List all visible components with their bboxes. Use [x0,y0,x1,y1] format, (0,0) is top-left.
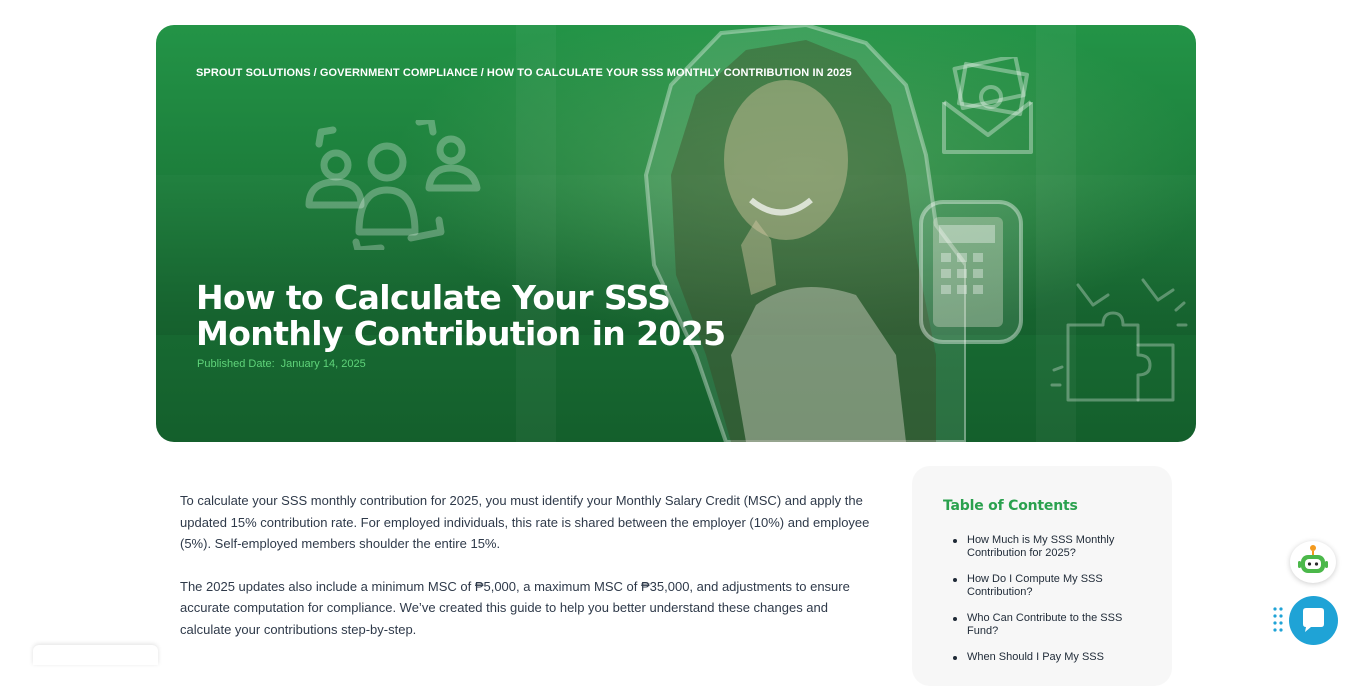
published-date: Published Date: January 14, 2025 [197,358,366,370]
toc-list: How Much is My SSS Monthly Contribution … [943,534,1141,664]
bot-assistant-button[interactable] [1290,541,1336,583]
background-stripe [516,25,556,442]
breadcrumb-link-home[interactable]: SPROUT SOLUTIONS [196,67,311,79]
toc-item[interactable]: Who Can Contribute to the SSS Fund? [953,612,1137,637]
puzzle-handshake-icon [1050,278,1188,402]
chat-bubble-icon [1303,608,1324,632]
breadcrumb-link-category[interactable]: GOVERNMENT COMPLIANCE [320,67,478,79]
article-body: To calculate your SSS monthly contributi… [180,490,870,661]
hero-banner: SPROUT SOLUTIONS / GOVERNMENT COMPLIANCE / H… [156,25,1196,442]
drag-handle-icon[interactable] [1273,607,1283,633]
toc-item[interactable]: How Much is My SSS Monthly Contribution … [953,534,1137,559]
published-label: Published Date: [197,358,275,370]
toc-item[interactable]: How Do I Compute My SSS Contribution? [953,573,1137,598]
team-icon [305,120,481,250]
chat-button[interactable] [1289,596,1338,645]
table-of-contents: Table of Contents How Much is My SSS Mon… [912,466,1172,686]
page-title: How to Calculate Your SSS Monthly Contri… [196,278,726,353]
published-date-value: January 14, 2025 [280,358,366,370]
money-envelope-icon [942,57,1033,154]
toc-item[interactable]: When Should I Pay My SSS [953,651,1137,664]
breadcrumb-separator: / [480,67,484,79]
bot-assistant-icon [1298,545,1328,573]
cookie-notice-tab[interactable] [33,645,158,665]
article-paragraph: The 2025 updates also include a minimum … [180,578,850,637]
breadcrumb-separator: / [313,67,317,79]
breadcrumb-current: HOW TO CALCULATE YOUR SSS MONTHLY CONTRI… [486,67,852,79]
article-paragraph: To calculate your SSS monthly contributi… [180,493,870,551]
calculator-icon [919,200,1023,344]
toc-title: Table of Contents [943,498,1078,514]
breadcrumb: SPROUT SOLUTIONS / GOVERNMENT COMPLIANCE / H… [196,67,852,79]
